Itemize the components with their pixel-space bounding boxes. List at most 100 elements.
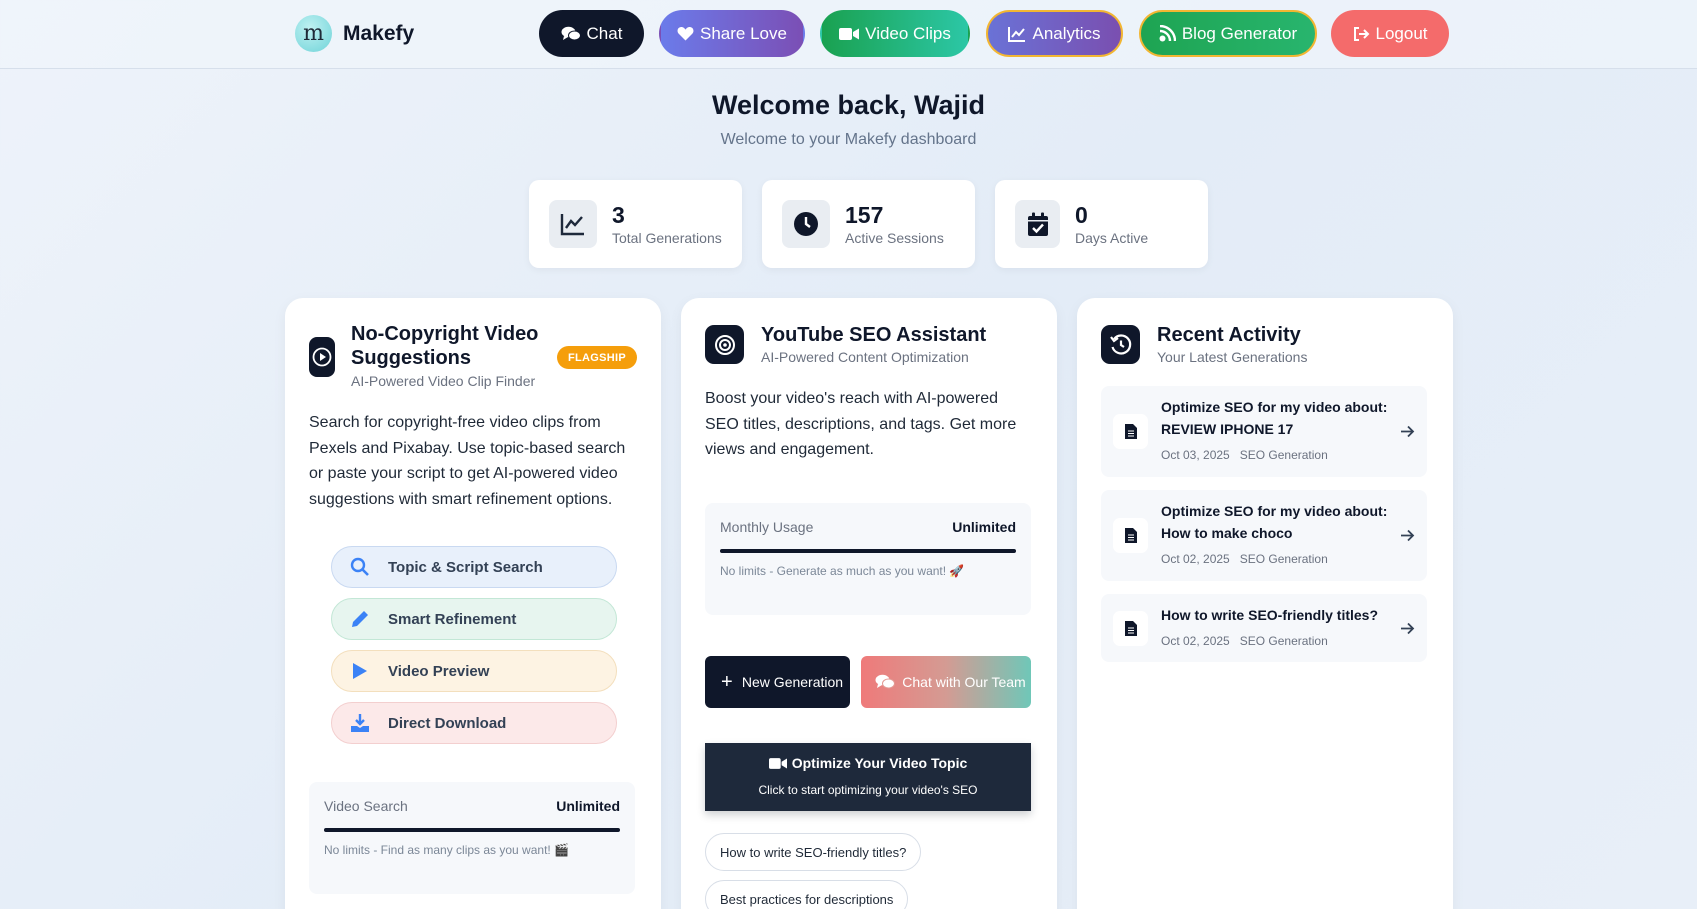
activity-meta: Oct 02, 2025 SEO Generation	[1161, 552, 1328, 566]
usage-progress-bar	[324, 828, 620, 832]
activity-item[interactable]: Optimize SEO for my video about: REVIEW …	[1101, 386, 1427, 477]
clock-icon	[782, 200, 830, 248]
calendar-check-icon	[1015, 200, 1060, 248]
nav-video-clips-button[interactable]: Video Clips	[820, 10, 970, 57]
stat-label: Active Sessions	[845, 230, 944, 246]
pencil-icon	[332, 609, 388, 629]
usage-note: No limits - Generate as much as you want…	[720, 564, 965, 578]
feature-video-preview[interactable]: Video Preview	[331, 650, 617, 692]
recent-activity-card: Recent Activity Your Latest Generations …	[1077, 298, 1453, 909]
optimize-video-topic-button[interactable]: Optimize Your Video Topic Click to start…	[705, 743, 1031, 811]
stat-card-days-active: 0 Days Active	[995, 180, 1208, 268]
video-camera-icon	[839, 27, 860, 40]
card-title: Recent Activity	[1157, 324, 1301, 346]
feature-label: Video Preview	[388, 662, 490, 680]
usage-label: Monthly Usage	[720, 519, 814, 535]
chat-with-team-button[interactable]: Chat with Our Team	[861, 656, 1031, 708]
suggestion-chip[interactable]: How to write SEO-friendly titles?	[705, 833, 922, 871]
activity-type: SEO Generation	[1239, 448, 1328, 462]
activity-date: Oct 02, 2025	[1161, 634, 1230, 648]
usage-label: Video Search	[324, 798, 408, 814]
stat-card-total-generations: 3 Total Generations	[529, 180, 742, 268]
nav-blog-generator-button[interactable]: Blog Generator	[1139, 10, 1317, 57]
top-navigation-bar: m Makefy Chat Share Love Video Clips Ana…	[0, 0, 1697, 69]
activity-type: SEO Generation	[1239, 552, 1328, 566]
arrow-right-icon	[1397, 421, 1417, 441]
flagship-badge: FLAGSHIP	[557, 346, 637, 369]
feature-label: Smart Refinement	[388, 610, 517, 628]
blog-icon	[1159, 25, 1176, 42]
page-title: Welcome back, Wajid	[711, 90, 986, 120]
card-title: No-Copyright Video Suggestions	[351, 323, 539, 369]
nav-chat-label: Chat	[586, 23, 623, 43]
optimize-subtitle: Click to start optimizing your video's S…	[758, 783, 978, 797]
brand-name: Makefy	[343, 21, 415, 45]
heart-icon	[677, 27, 694, 41]
chart-line-icon	[1008, 26, 1026, 42]
stat-value: 3	[612, 202, 625, 228]
activity-meta: Oct 03, 2025 SEO Generation	[1161, 448, 1328, 462]
play-circle-icon	[309, 337, 335, 377]
brand[interactable]: m Makefy	[295, 15, 414, 52]
usage-value: Unlimited	[556, 798, 620, 814]
activity-date: Oct 02, 2025	[1161, 552, 1230, 566]
arrow-right-icon	[1397, 525, 1417, 545]
nav-share-love-label: Share Love	[700, 23, 787, 43]
comments-icon	[561, 26, 581, 40]
suggestion-chip[interactable]: Best practices for descriptions	[705, 880, 909, 909]
nav-analytics-label: Analytics	[1032, 23, 1101, 43]
nav-chat-button[interactable]: Chat	[539, 10, 644, 57]
stat-label: Total Generations	[612, 230, 722, 246]
activity-meta: Oct 02, 2025 SEO Generation	[1161, 634, 1328, 648]
stat-value: 0	[1075, 202, 1088, 228]
plus-icon: +	[721, 670, 733, 693]
document-icon	[1113, 414, 1148, 449]
card-description: Boost your video's reach with AI-powered…	[705, 390, 1017, 458]
activity-title: How to write SEO-friendly titles?	[1161, 607, 1379, 623]
new-generation-button[interactable]: + New Generation	[705, 656, 850, 708]
nav-logout-label: Logout	[1375, 23, 1428, 43]
activity-title: Optimize SEO for my video about: How to …	[1161, 503, 1388, 541]
arrow-right-icon	[1397, 618, 1417, 638]
video-search-usage: Video Search Unlimited No limits - Find …	[309, 782, 635, 894]
card-subtitle: AI-Powered Video Clip Finder	[351, 373, 536, 389]
activity-title: Optimize SEO for my video about: REVIEW …	[1161, 399, 1388, 437]
optimize-title-row: Optimize Your Video Topic	[705, 755, 1031, 771]
nav-video-clips-label: Video Clips	[865, 23, 951, 43]
new-generation-label: New Generation	[741, 674, 844, 690]
nav-logout-button[interactable]: Logout	[1331, 10, 1449, 57]
stat-card-active-sessions: 157 Active Sessions	[762, 180, 975, 268]
monthly-usage: Monthly Usage Unlimited No limits - Gene…	[705, 503, 1031, 615]
history-icon	[1101, 325, 1140, 364]
document-icon	[1113, 611, 1148, 646]
card-description: Search for copyright-free video clips fr…	[309, 414, 626, 508]
download-icon	[332, 713, 388, 733]
activity-item[interactable]: Optimize SEO for my video about: How to …	[1101, 490, 1427, 581]
youtube-seo-card: YouTube SEO Assistant AI-Powered Content…	[681, 298, 1057, 909]
play-icon	[332, 662, 388, 680]
feature-smart-refinement[interactable]: Smart Refinement	[331, 598, 617, 640]
feature-topic-script-search[interactable]: Topic & Script Search	[331, 546, 617, 588]
nav-share-love-button[interactable]: Share Love	[659, 10, 805, 57]
feature-label: Direct Download	[388, 714, 507, 732]
activity-item[interactable]: How to write SEO-friendly titles? Oct 02…	[1101, 594, 1427, 662]
nav-analytics-button[interactable]: Analytics	[986, 10, 1123, 57]
stat-label: Days Active	[1075, 230, 1149, 246]
usage-value: Unlimited	[952, 519, 1016, 535]
feature-label: Topic & Script Search	[388, 558, 543, 576]
target-icon	[705, 325, 744, 364]
card-title: YouTube SEO Assistant	[761, 324, 987, 346]
logout-icon	[1353, 26, 1369, 41]
chart-line-icon	[549, 200, 597, 248]
document-icon	[1113, 518, 1148, 553]
optimize-title: Optimize Your Video Topic	[791, 755, 968, 771]
card-subtitle: AI-Powered Content Optimization	[761, 349, 969, 365]
comments-icon	[875, 674, 897, 690]
page-subtitle: Welcome to your Makefy dashboard	[720, 131, 977, 148]
activity-type: SEO Generation	[1239, 634, 1328, 648]
chat-with-team-label: Chat with Our Team	[902, 674, 1026, 690]
video-suggestions-card: No-Copyright Video Suggestions AI-Powere…	[285, 298, 661, 909]
activity-date: Oct 03, 2025	[1161, 448, 1230, 462]
feature-direct-download[interactable]: Direct Download	[331, 702, 617, 744]
stat-value: 157	[845, 202, 884, 228]
